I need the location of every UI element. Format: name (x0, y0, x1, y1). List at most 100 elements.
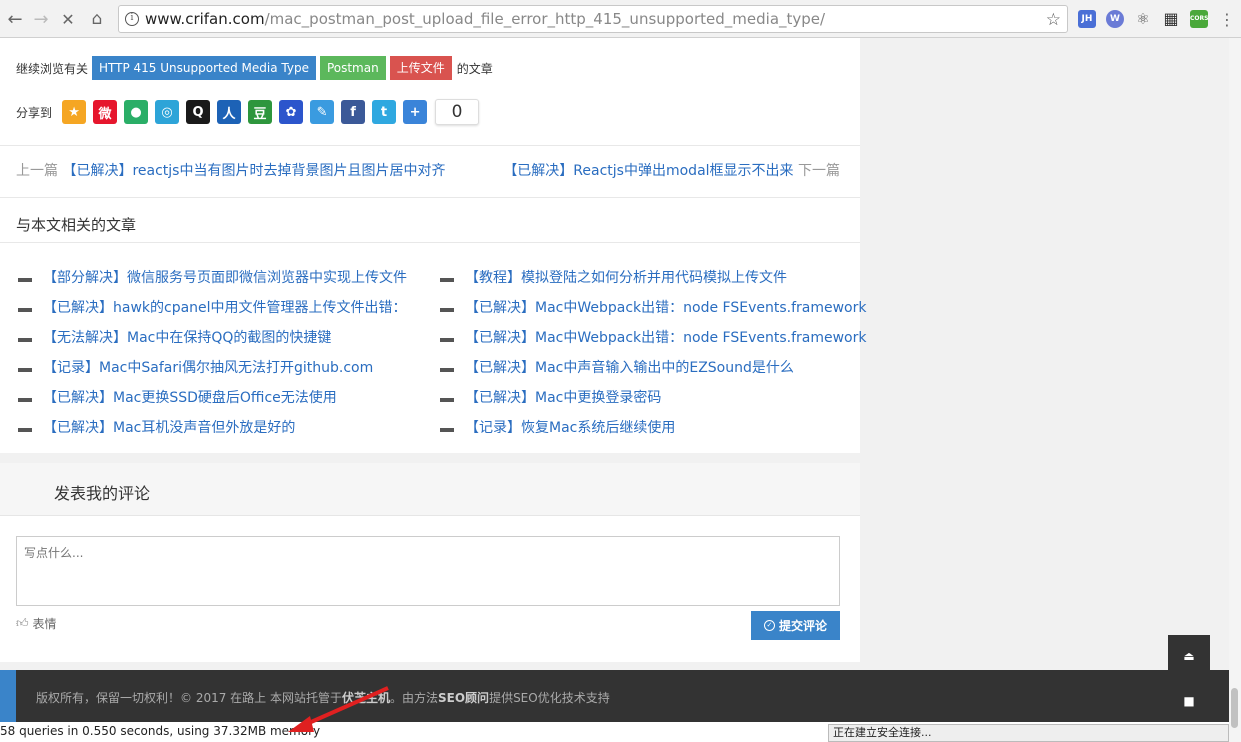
share-label: 分享到 (16, 105, 53, 120)
emoji-label: 表情 (32, 617, 57, 631)
next-post-link[interactable]: 【已解决】Reactjs中弹出modal框显示不出来 (503, 163, 793, 179)
related-article-link[interactable]: 【已解决】hawk的cpanel中用文件管理器上传文件出错： (43, 297, 407, 317)
list-item: 【记录】Mac中Safari偶尔抽风无法打开github.com (18, 352, 407, 382)
more-icon[interactable]: + (403, 100, 428, 124)
facebook-icon[interactable]: f (341, 100, 366, 124)
list-item: 【已解决】Mac更换SSD硬盘后Office无法使用 (18, 382, 407, 412)
qr-extension-icon[interactable]: ▦ (1162, 10, 1180, 28)
related-article-link[interactable]: 【无法解决】Mac中在保持QQ的截图的快捷键 (43, 327, 331, 347)
tencent-weibo-icon[interactable]: ◎ (155, 100, 180, 124)
jh-extension-icon[interactable]: JH (1078, 10, 1096, 28)
related-article-link[interactable]: 【已解决】Mac中Webpack出错：node FSEvents.framewo… (465, 297, 866, 317)
related-title: 与本文相关的文章 (16, 216, 137, 234)
dash-bullet-icon (18, 428, 32, 432)
thumbs-up-icon: 👍︎ (16, 616, 29, 630)
stop-icon[interactable]: ✕ (57, 8, 79, 30)
submit-comment-button[interactable]: ✓ 提交评论 (751, 611, 840, 640)
share-row: 分享到 ★ 微 ● ◎ Q 人豆 ✿ ✎ f t + 0 (16, 99, 480, 125)
dash-bullet-icon (440, 278, 454, 282)
edit-icon[interactable]: ✎ (310, 100, 335, 124)
dash-bullet-icon (18, 278, 32, 282)
red-arrow-annotation (288, 686, 389, 732)
douban-icon[interactable]: 豆 (248, 100, 273, 124)
eject-icon: ⏏ (1183, 649, 1195, 663)
wechat-icon[interactable]: ● (124, 100, 149, 124)
tag-http-415[interactable]: HTTP 415 Unsupported Media Type (92, 56, 316, 80)
address-bar[interactable]: i www.crifan.com/mac_postman_post_upload… (118, 5, 1068, 33)
back-arrow-icon[interactable]: ← (4, 8, 26, 30)
renren-icon[interactable]: 人 (217, 100, 242, 124)
qq-icon[interactable]: Q (186, 100, 211, 124)
prev-next-nav: 上一篇 【已解决】reactjs中当有图片时去掉背景图片且图片居中对齐 【已解决… (16, 160, 840, 182)
dash-bullet-icon (18, 368, 32, 372)
related-article-link[interactable]: 【记录】Mac中Safari偶尔抽风无法打开github.com (43, 357, 373, 377)
comment-header: 发表我的评论 (0, 463, 860, 516)
url-host: www.crifan.com (145, 10, 265, 28)
scrollbar[interactable] (1229, 38, 1241, 742)
tag-prefix: 继续浏览有关 (16, 61, 89, 76)
baidu-icon[interactable]: ✿ (279, 100, 304, 124)
footer-accent (0, 670, 16, 722)
dash-bullet-icon (18, 398, 32, 402)
dash-bullet-icon (440, 398, 454, 402)
qzone-icon[interactable]: ★ (62, 100, 87, 124)
menu-kebab-icon[interactable]: ⋮ (1216, 8, 1238, 30)
cors-extension-icon[interactable]: CORS (1190, 10, 1208, 28)
back-to-top-button[interactable]: ⏏ (1168, 635, 1210, 677)
twitter-icon[interactable]: t (372, 100, 397, 124)
list-item: 【教程】模拟登陆之如何分析并用代码模拟上传文件 (440, 262, 866, 292)
bookmark-star-icon[interactable]: ☆ (1046, 7, 1061, 32)
related-article-link[interactable]: 【记录】恢复Mac系统后继续使用 (465, 417, 675, 437)
list-item: 【已解决】Mac中声音输入输出中的EZSound是什么 (440, 352, 866, 382)
related-article-link[interactable]: 【教程】模拟登陆之如何分析并用代码模拟上传文件 (465, 267, 787, 287)
tag-row: 继续浏览有关 HTTP 415 Unsupported Media Type P… (16, 56, 493, 80)
home-icon[interactable]: ⌂ (86, 8, 108, 30)
comment-title: 发表我的评论 (54, 484, 151, 503)
related-article-link[interactable]: 【已解决】Mac中声音输入输出中的EZSound是什么 (465, 357, 794, 377)
tag-postman[interactable]: Postman (319, 56, 386, 80)
query-stats: 58 queries in 0.550 seconds, using 37.32… (0, 724, 321, 738)
share-icons: ★ 微 ● ◎ Q 人豆 ✿ ✎ f t + (62, 100, 428, 124)
check-circle-icon: ✓ (763, 620, 775, 631)
related-article-link[interactable]: 【已解决】Mac耳机没声音但外放是好的 (43, 417, 295, 437)
prev-post-link[interactable]: 【已解决】reactjs中当有图片时去掉背景图片且图片居中对齐 (62, 163, 445, 179)
react-extension-icon[interactable]: ⚛ (1134, 10, 1152, 28)
list-item: 【已解决】Mac中Webpack出错：node FSEvents.framewo… (440, 292, 866, 322)
chat-button[interactable]: ■ (1168, 680, 1210, 722)
connection-status: 正在建立安全连接... (828, 724, 1229, 742)
list-item: 【部分解决】微信服务号页面即微信浏览器中实现上传文件 (18, 262, 407, 292)
scrollbar-thumb[interactable] (1231, 688, 1238, 728)
submit-label: 提交评论 (778, 619, 827, 633)
info-icon[interactable]: i (125, 12, 139, 26)
divider (0, 145, 860, 146)
sidebar-area (860, 38, 1241, 670)
tag-suffix: 的文章 (456, 61, 493, 76)
related-article-link[interactable]: 【已解决】Mac中Webpack出错：node FSEvents.framewo… (465, 327, 866, 347)
emoji-button[interactable]: 👍︎ 表情 (16, 615, 57, 632)
circle-extension-icon[interactable]: W (1106, 10, 1124, 28)
browser-toolbar: ← → ✕ ⌂ i www.crifan.com/mac_postman_pos… (0, 0, 1241, 38)
weibo-icon[interactable]: 微 (93, 100, 118, 124)
comment-textarea[interactable] (16, 536, 840, 606)
related-article-link[interactable]: 【已解决】Mac更换SSD硬盘后Office无法使用 (43, 387, 337, 407)
dash-bullet-icon (440, 308, 454, 312)
dash-bullet-icon (18, 308, 32, 312)
tag-upload-file[interactable]: 上传文件 (389, 56, 452, 80)
related-article-link[interactable]: 【已解决】Mac中更换登录密码 (465, 387, 661, 407)
next-label: 下一篇 (798, 163, 840, 179)
dash-bullet-icon (440, 428, 454, 432)
dash-bullet-icon (18, 338, 32, 342)
next-post: 【已解决】Reactjs中弹出modal框显示不出来 下一篇 (503, 160, 840, 180)
related-article-link[interactable]: 【部分解决】微信服务号页面即微信浏览器中实现上传文件 (43, 267, 407, 287)
footer-seo-link[interactable]: SEO顾问 (438, 691, 489, 705)
list-item: 【无法解决】Mac中在保持QQ的截图的快捷键 (18, 322, 407, 352)
footer-text-3: 提供SEO优化技术支持 (489, 691, 610, 705)
url-path: /mac_postman_post_upload_file_error_http… (264, 10, 826, 28)
divider (0, 197, 860, 198)
forward-arrow-icon[interactable]: → (30, 8, 52, 30)
list-item: 【已解决】Mac中更换登录密码 (440, 382, 866, 412)
related-list-left: 【部分解决】微信服务号页面即微信浏览器中实现上传文件 【已解决】hawk的cpan… (18, 262, 407, 442)
list-item: 【已解决】Mac耳机没声音但外放是好的 (18, 412, 407, 442)
list-item: 【已解决】hawk的cpanel中用文件管理器上传文件出错： (18, 292, 407, 322)
dash-bullet-icon (440, 368, 454, 372)
